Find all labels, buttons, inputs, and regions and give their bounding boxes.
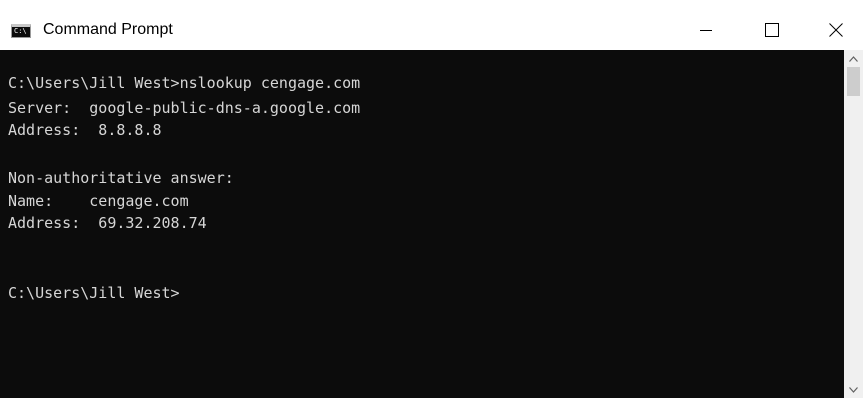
minimize-button[interactable] xyxy=(683,10,729,50)
window-title: Command Prompt xyxy=(43,21,173,38)
scroll-up-arrow-icon xyxy=(849,55,858,62)
maximize-button[interactable] xyxy=(749,10,795,50)
cmd-app-icon: C:\ xyxy=(11,24,31,38)
close-button[interactable] xyxy=(813,10,859,50)
scroll-down-button[interactable] xyxy=(844,381,863,398)
console-line: Address: 69.32.208.74 xyxy=(8,214,207,232)
vertical-scrollbar[interactable] xyxy=(844,50,863,398)
console-line: Non-authoritative answer: xyxy=(8,169,234,187)
command-prompt-window: C:\ Command Prompt C:\Users\Jill West>ns… xyxy=(0,0,863,398)
scroll-up-button[interactable] xyxy=(844,50,863,67)
console-line: Name: cengage.com xyxy=(8,192,189,210)
close-icon xyxy=(829,23,843,37)
scroll-down-arrow-icon xyxy=(849,386,858,393)
maximize-icon xyxy=(765,23,779,37)
scroll-thumb[interactable] xyxy=(847,67,860,96)
minimize-icon xyxy=(700,30,712,31)
console-line: C:\Users\Jill West>nslookup cengage.com xyxy=(8,74,361,92)
title-bar[interactable]: C:\ Command Prompt xyxy=(0,0,863,50)
console-prompt-line: C:\Users\Jill West> xyxy=(8,284,180,302)
console-line: Address: 8.8.8.8 xyxy=(8,121,162,139)
console-output[interactable]: C:\Users\Jill West>nslookup cengage.com … xyxy=(0,50,844,398)
console-line: Server: google-public-dns-a.google.com xyxy=(8,99,361,117)
